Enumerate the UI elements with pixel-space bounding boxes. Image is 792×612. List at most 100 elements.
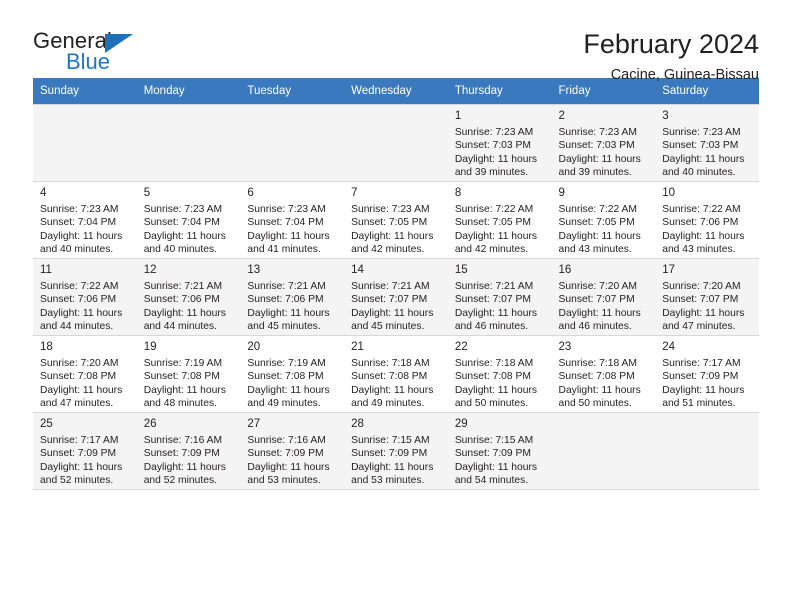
calendar-day-cell[interactable]: 5 Sunrise: 7:23 AM Sunset: 7:04 PM Daylight… [136, 181, 241, 259]
sunset-text: Sunset: 7:04 PM [247, 217, 324, 229]
calendar-day-cell[interactable]: 25 Sunrise: 7:17 AM Sunset: 7:09 PM Dayligh… [33, 412, 137, 490]
calendar-day-cell[interactable]: 15 Sunrise: 7:21 AM Sunset: 7:07 PM Dayligh… [447, 258, 552, 336]
day-sun-info: Sunrise: 7:21 AM Sunset: 7:07 PM Daylight:… [455, 280, 545, 334]
daylight-text-line2: and 49 minutes. [351, 398, 425, 410]
day-number: 7 [351, 187, 358, 199]
day-sun-info: Sunrise: 7:16 AM Sunset: 7:09 PM Daylight:… [144, 434, 234, 488]
page-subtitle: Cacine, Guinea-Bissau [610, 67, 759, 83]
sunset-text: Sunset: 7:08 PM [351, 371, 428, 383]
day-number: 1 [454, 110, 462, 122]
day-sun-info: Sunrise: 7:20 AM Sunset: 7:07 PM Daylight:… [559, 280, 649, 334]
day-sun-info: Sunrise: 7:23 AM Sunset: 7:04 PM Daylight:… [144, 203, 234, 257]
calendar-day-cell[interactable]: 29 Sunrise: 7:15 AM Sunset: 7:09 PM Dayligh… [447, 412, 552, 490]
day-cell-content: 12 Sunrise: 7:21 AM Sunset: 7:06 PM Dayligh… [137, 259, 241, 334]
calendar-week-row: 11 Sunrise: 7:22 AM Sunset: 7:06 PM Dayligh… [33, 258, 759, 336]
calendar-day-cell[interactable]: 7 Sunrise: 7:23 AM Sunset: 7:05 PM Daylight… [344, 181, 448, 259]
sunrise-text: Sunrise: 7:22 AM [558, 204, 637, 215]
sunset-text: Sunset: 7:09 PM [454, 448, 531, 460]
calendar-day-cell[interactable]: 21 Sunrise: 7:18 AM Sunset: 7:08 PM Dayligh… [344, 335, 448, 413]
calendar-day-cell[interactable]: 17 Sunrise: 7:20 AM Sunset: 7:07 PM Dayligh… [655, 258, 759, 336]
daylight-text-line1: Daylight: 11 hours [351, 230, 434, 242]
daylight-text-line1: Daylight: 11 hours [143, 230, 226, 242]
daylight-text-line1: Daylight: 11 hours [143, 461, 226, 473]
day-sun-info: Sunrise: 7:23 AM Sunset: 7:03 PM Daylight:… [559, 126, 649, 180]
day-cell-content: 15 Sunrise: 7:21 AM Sunset: 7:07 PM Dayligh… [448, 259, 552, 334]
calendar-day-cell[interactable]: 22 Sunrise: 7:18 AM Sunset: 7:08 PM Dayligh… [447, 335, 552, 413]
day-number: 23 [558, 341, 572, 353]
calendar-day-cell[interactable]: 6 Sunrise: 7:23 AM Sunset: 7:04 PM Daylight… [240, 181, 345, 259]
day-number: 21 [351, 341, 364, 353]
day-number: 11 [40, 264, 52, 276]
sunrise-text: Sunrise: 7:19 AM [143, 358, 223, 369]
day-sun-info: Sunrise: 7:15 AM Sunset: 7:09 PM Daylight:… [455, 434, 545, 488]
sunset-text: Sunset: 7:04 PM [40, 217, 117, 229]
day-number: 24 [662, 341, 676, 353]
calendar-day-cell[interactable]: 11 Sunrise: 7:22 AM Sunset: 7:06 PM Dayligh… [33, 258, 137, 336]
sunset-text: Sunset: 7:08 PM [40, 371, 117, 383]
day-cell-content: 29 Sunrise: 7:15 AM Sunset: 7:09 PM Dayligh… [448, 413, 552, 488]
day-number: 26 [143, 418, 157, 430]
daylight-text-line1: Daylight: 11 hours [40, 307, 123, 319]
daylight-text-line2: and 51 minutes. [662, 398, 736, 410]
sunset-text: Sunset: 7:09 PM [247, 448, 324, 460]
sunset-text: Sunset: 7:06 PM [247, 294, 324, 306]
daylight-text-line2: and 54 minutes. [454, 475, 529, 487]
calendar-day-cell[interactable]: 24 Sunrise: 7:17 AM Sunset: 7:09 PM Dayligh… [655, 335, 759, 413]
day-cell-content: 5 Sunrise: 7:23 AM Sunset: 7:04 PM Daylight… [137, 182, 241, 257]
calendar-day-cell[interactable]: 16 Sunrise: 7:20 AM Sunset: 7:07 PM Dayligh… [551, 258, 656, 336]
calendar-day-cell[interactable]: 13 Sunrise: 7:21 AM Sunset: 7:06 PM Dayligh… [240, 258, 345, 336]
daylight-text-line1: Daylight: 11 hours [40, 230, 123, 242]
calendar-day-cell[interactable]: 23 Sunrise: 7:18 AM Sunset: 7:08 PM Dayligh… [551, 335, 656, 413]
sunrise-text: Sunrise: 7:21 AM [143, 281, 223, 292]
day-number: 2 [558, 110, 565, 122]
calendar-day-cell[interactable]: 18 Sunrise: 7:20 AM Sunset: 7:08 PM Dayligh… [33, 335, 137, 413]
day-sun-info: Sunrise: 7:22 AM Sunset: 7:06 PM Daylight:… [40, 280, 130, 334]
sunrise-text: Sunrise: 7:21 AM [247, 281, 326, 292]
calendar-day-cell[interactable]: 10 Sunrise: 7:22 AM Sunset: 7:06 PM Dayligh… [655, 181, 759, 259]
calendar-day-cell[interactable]: 4 Sunrise: 7:23 AM Sunset: 7:04 PM Daylight… [33, 181, 137, 259]
title-block: February 2024 Cacine, Guinea-Bissau [583, 28, 759, 85]
calendar-day-cell[interactable]: 14 Sunrise: 7:21 AM Sunset: 7:07 PM Dayligh… [344, 258, 448, 336]
day-cell-content: 6 Sunrise: 7:23 AM Sunset: 7:04 PM Daylight… [240, 182, 344, 257]
calendar-day-cell[interactable]: 2 Sunrise: 7:23 AM Sunset: 7:03 PM Daylight… [551, 104, 656, 182]
day-cell-content: 26 Sunrise: 7:16 AM Sunset: 7:09 PM Dayligh… [137, 413, 241, 488]
day-number: 22 [454, 341, 468, 353]
sunrise-text: Sunrise: 7:21 AM [351, 281, 430, 292]
sunrise-text: Sunrise: 7:22 AM [40, 281, 119, 292]
sunrise-text: Sunrise: 7:18 AM [558, 358, 637, 369]
day-cell-content: 4 Sunrise: 7:23 AM Sunset: 7:04 PM Daylight… [33, 182, 137, 257]
day-sun-info: Sunrise: 7:18 AM Sunset: 7:08 PM Daylight:… [455, 357, 545, 411]
calendar-body: 1 Sunrise: 7:23 AM Sunset: 7:03 PM Daylight… [33, 104, 759, 490]
weekday-header-sunday: Sunday [33, 78, 137, 105]
calendar-week-row: 18 Sunrise: 7:20 AM Sunset: 7:08 PM Dayligh… [33, 335, 759, 413]
calendar-day-cell[interactable]: 27 Sunrise: 7:16 AM Sunset: 7:09 PM Dayligh… [240, 412, 345, 490]
day-cell-content: 2 Sunrise: 7:23 AM Sunset: 7:03 PM Daylight… [552, 105, 656, 180]
daylight-text-line2: and 50 minutes. [454, 398, 529, 410]
daylight-text-line1: Daylight: 11 hours [454, 307, 538, 319]
calendar-day-cell[interactable]: 20 Sunrise: 7:19 AM Sunset: 7:08 PM Dayligh… [240, 335, 345, 413]
calendar-day-cell[interactable]: 19 Sunrise: 7:19 AM Sunset: 7:08 PM Dayligh… [136, 335, 241, 413]
calendar-day-cell[interactable]: 1 Sunrise: 7:23 AM Sunset: 7:03 PM Daylight… [447, 104, 552, 182]
calendar-day-cell-empty [655, 412, 759, 490]
calendar-day-cell[interactable]: 9 Sunrise: 7:22 AM Sunset: 7:05 PM Daylight… [551, 181, 656, 259]
calendar-day-cell[interactable]: 28 Sunrise: 7:15 AM Sunset: 7:09 PM Dayligh… [344, 412, 448, 490]
day-number: 14 [351, 264, 364, 276]
day-number: 16 [558, 264, 572, 276]
day-number: 27 [247, 418, 261, 430]
sunrise-text: Sunrise: 7:23 AM [247, 204, 326, 215]
calendar-day-cell[interactable]: 26 Sunrise: 7:16 AM Sunset: 7:09 PM Dayligh… [136, 412, 241, 490]
day-sun-info: Sunrise: 7:20 AM Sunset: 7:08 PM Daylight:… [40, 357, 130, 411]
weekday-header-tuesday: Tuesday [240, 78, 345, 105]
day-cell-content: 25 Sunrise: 7:17 AM Sunset: 7:09 PM Dayligh… [33, 413, 137, 488]
daylight-text-line1: Daylight: 11 hours [40, 384, 123, 396]
daylight-text-line1: Daylight: 11 hours [247, 384, 330, 396]
day-sun-info: Sunrise: 7:19 AM Sunset: 7:08 PM Daylight:… [247, 357, 337, 411]
daylight-text-line2: and 47 minutes. [662, 321, 736, 333]
brand-logo[interactable]: General Blue [33, 28, 153, 80]
day-number: 25 [40, 418, 53, 430]
sunrise-text: Sunrise: 7:23 AM [143, 204, 223, 215]
calendar-day-cell[interactable]: 3 Sunrise: 7:23 AM Sunset: 7:03 PM Daylight… [655, 104, 759, 182]
calendar-day-cell[interactable]: 12 Sunrise: 7:21 AM Sunset: 7:06 PM Dayligh… [136, 258, 241, 336]
sunset-text: Sunset: 7:03 PM [662, 140, 739, 152]
calendar-day-cell[interactable]: 8 Sunrise: 7:22 AM Sunset: 7:05 PM Daylight… [447, 181, 552, 259]
